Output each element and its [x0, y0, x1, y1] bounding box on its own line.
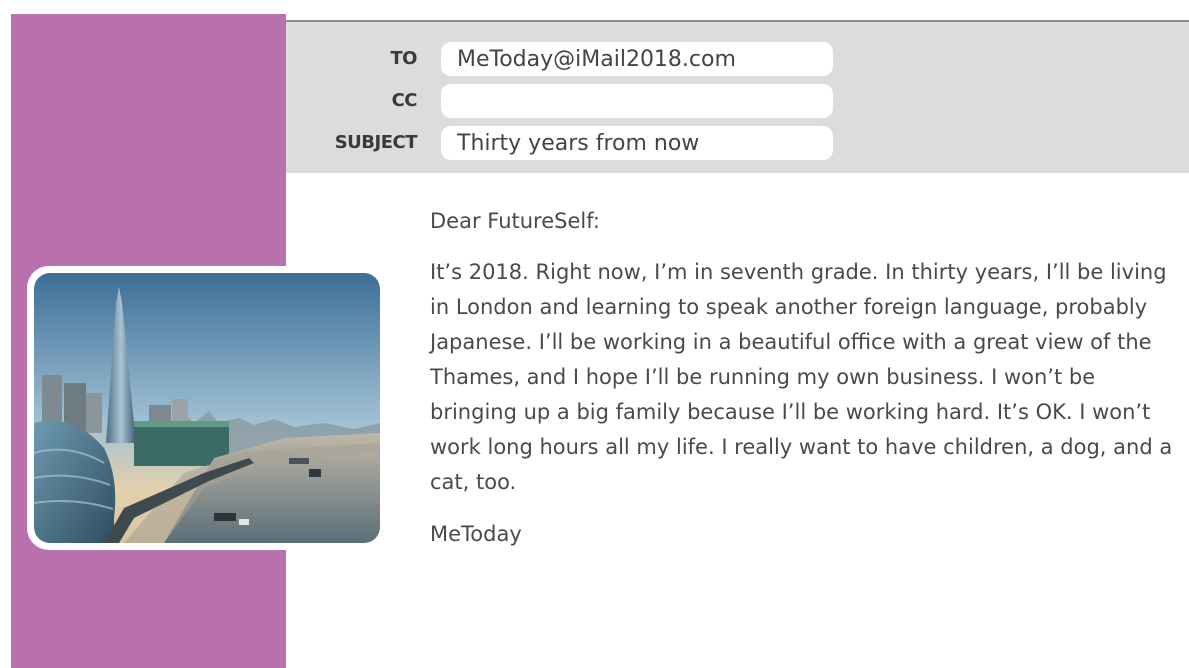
letter-signature: MeToday: [430, 522, 522, 546]
to-label: TO: [390, 48, 417, 69]
london-skyline-photo: [34, 273, 380, 543]
letter-greeting: Dear FutureSelf:: [430, 209, 600, 233]
letter-body: Dear FutureSelf: It’s 2018. Right now, I…: [430, 205, 1175, 550]
photo-frame: [27, 266, 387, 550]
email-compose-page: TO CC SUBJECT: [0, 0, 1189, 668]
subject-field[interactable]: [441, 126, 833, 160]
cc-field[interactable]: [441, 84, 833, 118]
email-header: TO CC SUBJECT: [286, 20, 1189, 173]
subject-row: SUBJECT: [286, 126, 1189, 160]
to-row: TO: [286, 42, 1189, 76]
to-field[interactable]: [441, 42, 833, 76]
subject-label: SUBJECT: [334, 132, 418, 153]
letter-text: It’s 2018. Right now, I’m in seventh gra…: [430, 260, 1173, 494]
cc-label: CC: [391, 90, 418, 111]
cc-row: CC: [286, 84, 1189, 118]
